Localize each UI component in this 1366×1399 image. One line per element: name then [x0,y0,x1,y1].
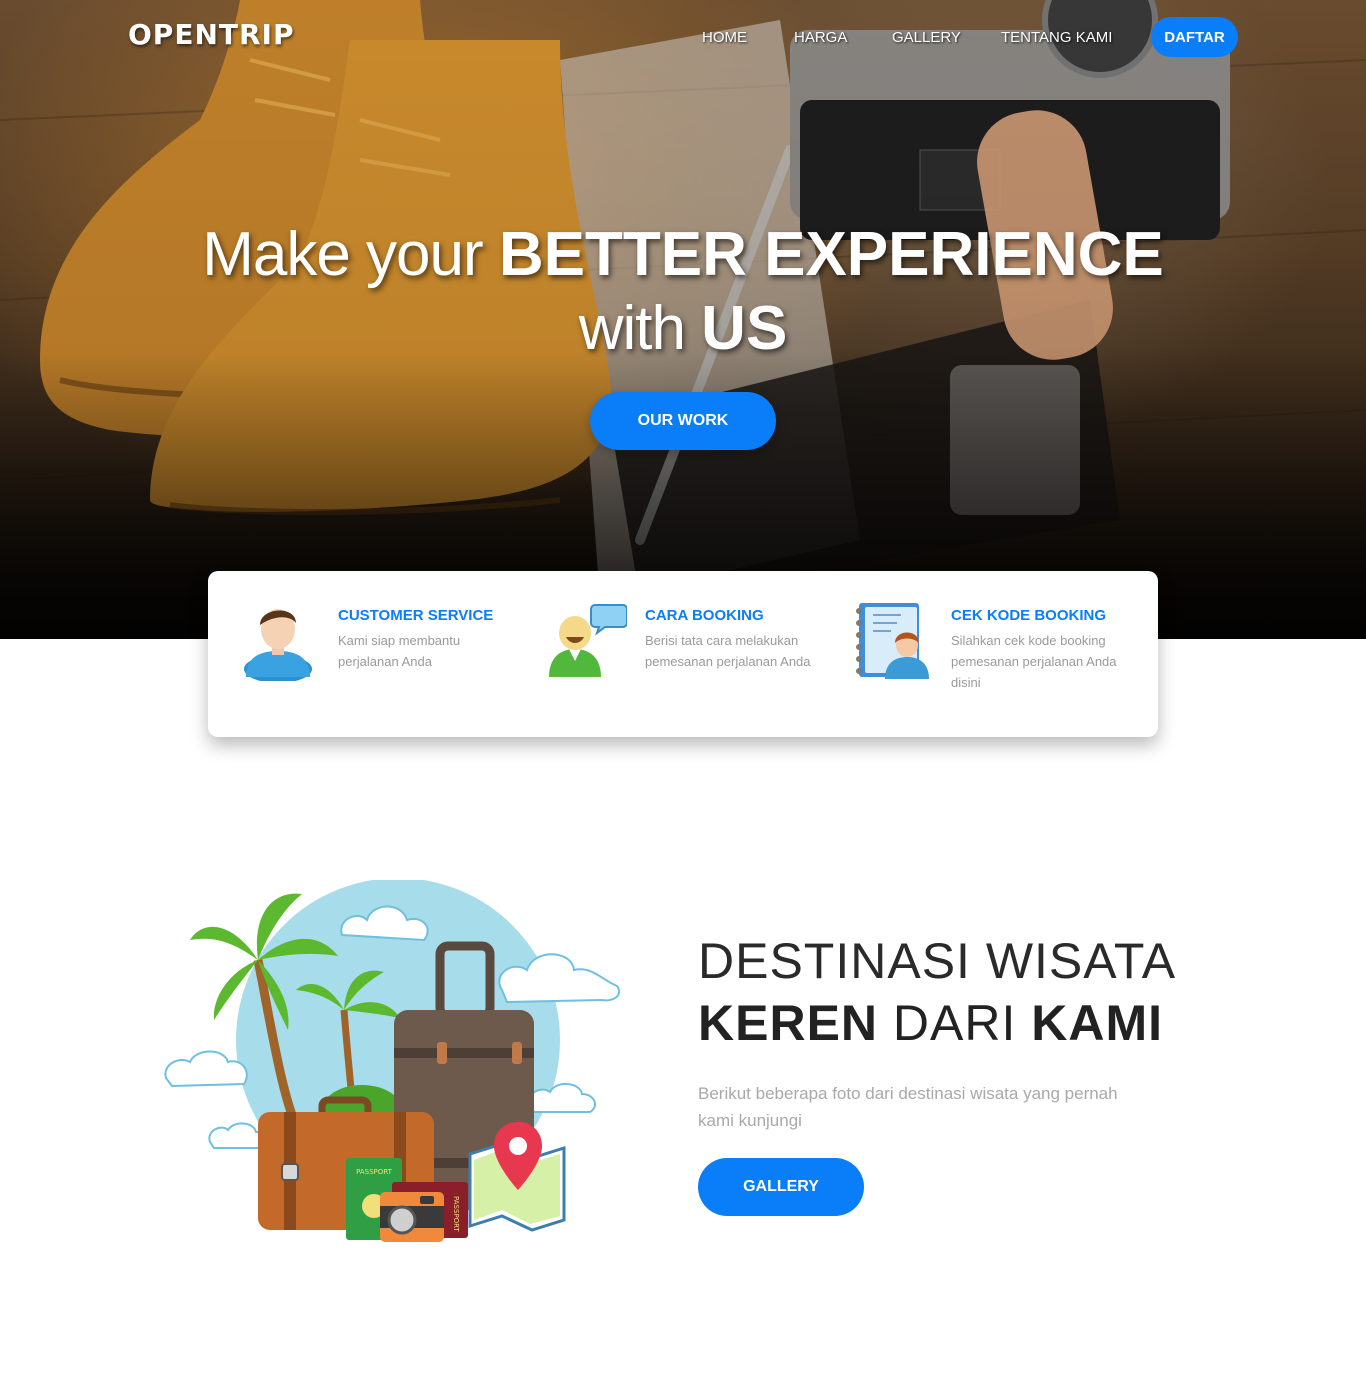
customer-service-title: CUSTOMER SERVICE [338,607,494,624]
hero-title-line-2: with US [0,292,1366,366]
customer-service-desc: Kami siap membantu perjalanan Anda [338,633,461,669]
passport-label-1: PASSPORT [356,1168,393,1176]
destination-title-bold-keren: KEREN [698,995,879,1051]
daftar-button[interactable]: DAFTAR [1151,17,1238,57]
cek-kode-booking-desc: Silahkan cek kode booking pemesanan perj… [951,633,1117,690]
cara-booking-title: CARA BOOKING [645,607,764,624]
travel-illustration: PASSPORT PASSPORT [164,880,621,1242]
destination-title-mid: DARI [878,995,1032,1051]
nav-home-link[interactable]: HOME [702,29,747,46]
cara-booking-desc: Berisi tata cara melakukan pemesanan per… [645,633,811,669]
customer-service-icon [244,609,312,681]
services-card: CUSTOMER SERVICE Kami siap membantu perj… [208,571,1158,737]
nav-tentang-kami-link[interactable]: TENTANG KAMI [1001,29,1112,46]
brand-logo[interactable]: OPENTRIP [128,18,294,51]
destination-title-line-2: KEREN DARI KAMI [698,995,1163,1051]
hero-title-light-1: Make your [202,220,499,289]
destination-title-bold-kami: KAMI [1031,995,1164,1051]
cek-kode-booking-icon [856,603,929,679]
nav-harga-link[interactable]: HARGA [794,29,847,46]
hero-title-light-2: with [578,294,702,363]
hero-title-bold-1: BETTER EXPERIENCE [498,220,1164,289]
hero-title: Make your BETTER EXPERIENCE with US [0,218,1366,366]
our-work-button[interactable]: OUR WORK [590,392,776,450]
passport-label-2: PASSPORT [452,1196,460,1233]
nav-gallery-link[interactable]: GALLERY [892,29,961,46]
cek-kode-booking-title: CEK KODE BOOKING [951,607,1107,624]
gallery-button[interactable]: GALLERY [698,1158,864,1216]
destination-description: Berikut beberapa foto dari destinasi wis… [698,1084,1118,1130]
destination-title: DESTINASI WISATA KEREN DARI KAMI [698,930,1176,1054]
destination-title-line-1: DESTINASI WISATA [698,933,1177,989]
cara-booking-icon [549,604,627,677]
hero-title-line-1: Make your BETTER EXPERIENCE [0,218,1366,292]
hero-title-bold-2: US [701,294,788,363]
